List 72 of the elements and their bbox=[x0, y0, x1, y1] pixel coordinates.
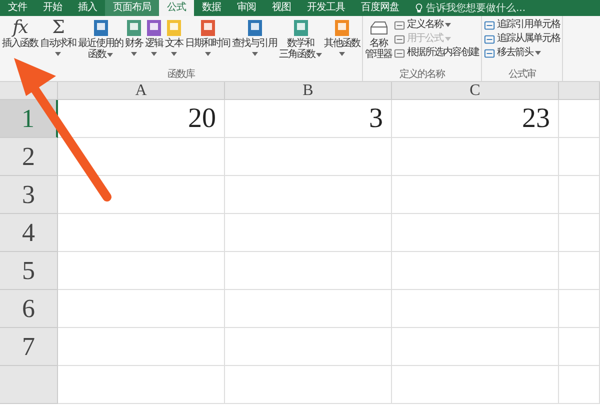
group-label: 函数库 bbox=[166, 69, 196, 81]
ribbon-tab[interactable]: 百度网盘 bbox=[353, 0, 407, 16]
table-cell bbox=[559, 176, 600, 214]
command-icon bbox=[394, 48, 405, 58]
ribbon-tab[interactable]: 数据 bbox=[194, 0, 229, 16]
caret-icon bbox=[535, 51, 541, 55]
caret-icon bbox=[204, 52, 210, 56]
table-cell bbox=[559, 290, 600, 328]
ribbon-button[interactable]: 名称 管理器 bbox=[364, 16, 393, 60]
row-header[interactable] bbox=[0, 366, 58, 404]
column-header[interactable]: A bbox=[58, 82, 225, 100]
ribbon-button[interactable]: 文本 bbox=[164, 16, 184, 56]
table-cell bbox=[559, 252, 600, 290]
ribbon-button[interactable]: Σ 自动求和 bbox=[39, 16, 77, 56]
group-label: 公式审 bbox=[508, 69, 537, 81]
ribbon-small-button[interactable]: 追踪引用单元格 bbox=[483, 19, 561, 31]
ribbon-tab[interactable]: 开发工具 bbox=[299, 0, 353, 16]
column-header[interactable] bbox=[559, 82, 600, 100]
row-header[interactable]: 5 bbox=[0, 252, 58, 290]
ribbon-small-button[interactable]: 定义名称 bbox=[393, 19, 480, 31]
ribbon-button[interactable]: fx 插入函数 bbox=[1, 16, 39, 49]
ribbon-button[interactable]: 数学和 三角函数 bbox=[278, 16, 323, 60]
ribbon-tab[interactable]: 视图 bbox=[264, 0, 299, 16]
ribbon-button[interactable]: 其他函数 bbox=[323, 16, 361, 56]
caret-icon bbox=[55, 52, 61, 56]
ribbon-tab[interactable]: 审阅 bbox=[229, 0, 264, 16]
caret-icon bbox=[445, 37, 451, 41]
caret-icon bbox=[171, 52, 177, 56]
tell-me-field[interactable]: 告诉我您想要做什么... bbox=[407, 0, 534, 16]
row-header[interactable]: 3 bbox=[0, 176, 58, 214]
command-icon bbox=[484, 34, 495, 44]
column-header[interactable]: C bbox=[392, 82, 559, 100]
table-cell bbox=[559, 100, 600, 138]
command-icon bbox=[484, 20, 495, 30]
table-cell bbox=[559, 366, 600, 404]
caret-icon bbox=[131, 52, 137, 56]
ribbon-tab[interactable]: 插入 bbox=[70, 0, 105, 16]
ribbon-tab[interactable]: 文件 bbox=[0, 0, 35, 16]
caret-icon bbox=[445, 23, 451, 27]
ribbon-button[interactable]: 查找与引用 bbox=[231, 16, 278, 56]
ribbon-button[interactable]: 逻辑 bbox=[144, 16, 164, 56]
command-icon bbox=[394, 34, 405, 44]
table-cell: 23 bbox=[392, 100, 559, 138]
caret-icon bbox=[107, 52, 113, 56]
command-icon bbox=[394, 20, 405, 30]
ribbon-button[interactable]: 财务 bbox=[124, 16, 144, 56]
ribbon-small-button[interactable]: 移去箭头 bbox=[483, 47, 561, 59]
table-cell bbox=[559, 328, 600, 366]
caret-icon bbox=[252, 52, 258, 56]
ribbon-small-button[interactable]: 根据所选内容创建 bbox=[393, 47, 480, 59]
caret-icon bbox=[316, 52, 322, 56]
table-cell: 20 bbox=[58, 100, 225, 138]
caret-icon bbox=[151, 52, 157, 56]
command-icon bbox=[484, 48, 495, 58]
ribbon-tab[interactable]: 公式 bbox=[159, 0, 194, 16]
table-cell: 3 bbox=[225, 100, 392, 138]
row-header[interactable]: 6 bbox=[0, 290, 58, 328]
ribbon-button[interactable]: 最近使用的 函数 bbox=[77, 16, 124, 60]
ribbon-tab[interactable]: 开始 bbox=[35, 0, 70, 16]
ribbon-tab[interactable]: 页面布局 bbox=[105, 0, 159, 16]
table-cell bbox=[559, 214, 600, 252]
group-label: 定义的名称 bbox=[398, 69, 446, 81]
table-cell bbox=[559, 138, 600, 176]
row-header[interactable]: 7 bbox=[0, 328, 58, 366]
row-header[interactable]: 4 bbox=[0, 214, 58, 252]
column-header[interactable]: B bbox=[225, 82, 392, 100]
ribbon-small-button[interactable]: 追踪从属单元格 bbox=[483, 33, 561, 45]
name-manager-icon bbox=[368, 19, 388, 37]
ribbon-button[interactable]: 日期和时间 bbox=[184, 16, 231, 56]
row-header[interactable]: 2 bbox=[0, 138, 58, 176]
caret-icon bbox=[339, 52, 345, 56]
lightbulb-icon bbox=[415, 3, 423, 13]
